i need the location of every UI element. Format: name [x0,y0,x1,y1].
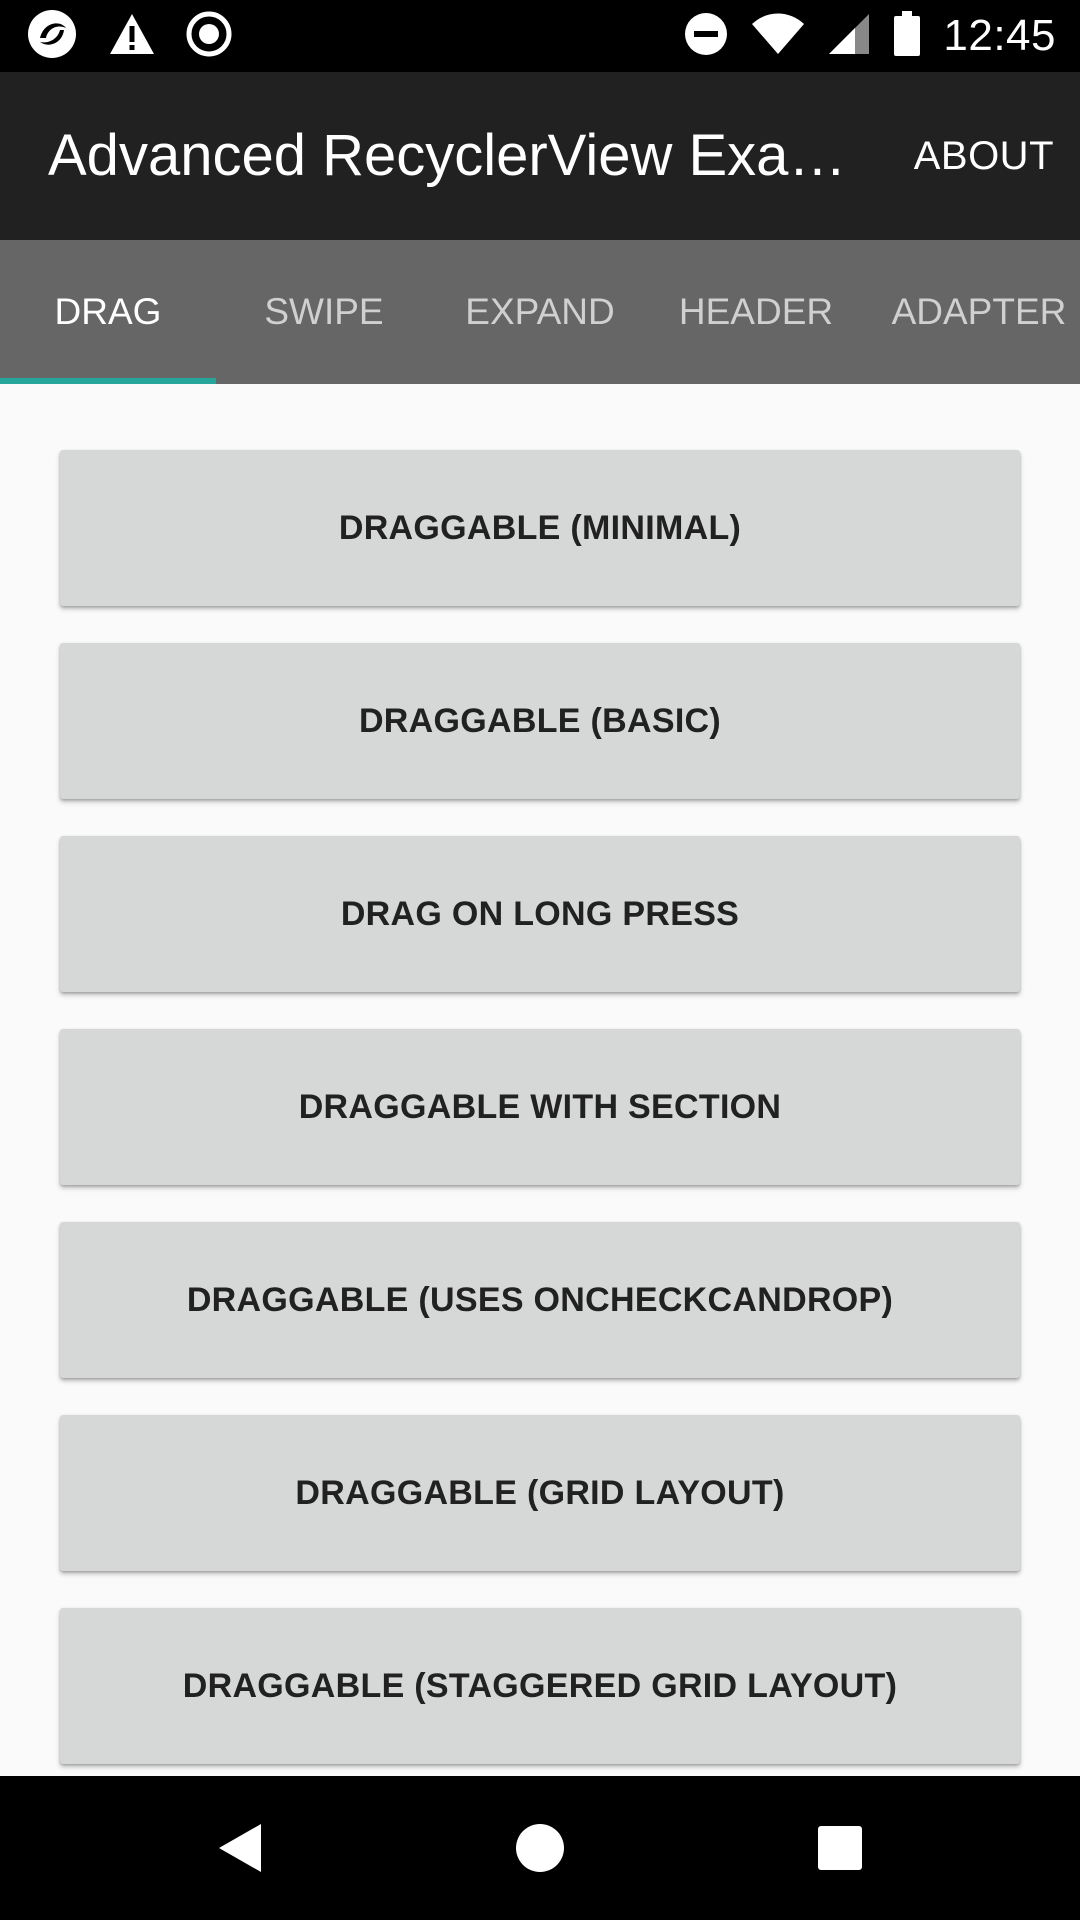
tab-swipe[interactable]: SWIPE [216,240,432,384]
tab-adapter[interactable]: ADAPTER [864,240,1080,384]
app-notification-icon [26,8,78,65]
tab-expand[interactable]: EXPAND [432,240,648,384]
warning-icon [108,12,156,61]
battery-icon [893,10,921,62]
back-icon[interactable] [200,1776,280,1920]
draggable-with-section-button[interactable]: DRAGGABLE WITH SECTION [60,1029,1020,1185]
app-title: Advanced RecyclerView Exa… [48,123,847,188]
draggable-oncheckcandrop-button[interactable]: DRAGGABLE (USES ONCHECKCANDROP) [60,1222,1020,1378]
tab-drag[interactable]: DRAG [0,240,216,384]
navigation-bar [0,1776,1080,1920]
drag-on-long-press-button[interactable]: DRAG ON LONG PRESS [60,836,1020,992]
draggable-minimal-button[interactable]: DRAGGABLE (MINIMAL) [60,450,1020,606]
status-left-icons [26,8,232,65]
button-list: DRAGGABLE (MINIMAL) DRAGGABLE (BASIC) DR… [0,384,1080,1776]
about-button[interactable]: ABOUT [914,72,1054,240]
record-icon [186,11,232,62]
tab-header[interactable]: HEADER [648,240,864,384]
tab-bar: DRAG SWIPE EXPAND HEADER ADAPTER [0,240,1080,384]
draggable-basic-button[interactable]: DRAGGABLE (BASIC) [60,643,1020,799]
draggable-grid-layout-button[interactable]: DRAGGABLE (GRID LAYOUT) [60,1415,1020,1571]
signal-icon [827,12,871,61]
status-time: 12:45 [943,11,1056,60]
app-bar: Advanced RecyclerView Exa… ABOUT [0,72,1080,240]
wifi-icon [751,12,805,61]
draggable-staggered-grid-button[interactable]: DRAGGABLE (STAGGERED GRID LAYOUT) [60,1608,1020,1764]
home-icon[interactable] [500,1776,580,1920]
status-right-icons: 12:45 [683,10,1056,62]
status-bar: 12:45 [0,0,1080,72]
do-not-disturb-icon [683,11,729,62]
recents-icon[interactable] [800,1776,880,1920]
